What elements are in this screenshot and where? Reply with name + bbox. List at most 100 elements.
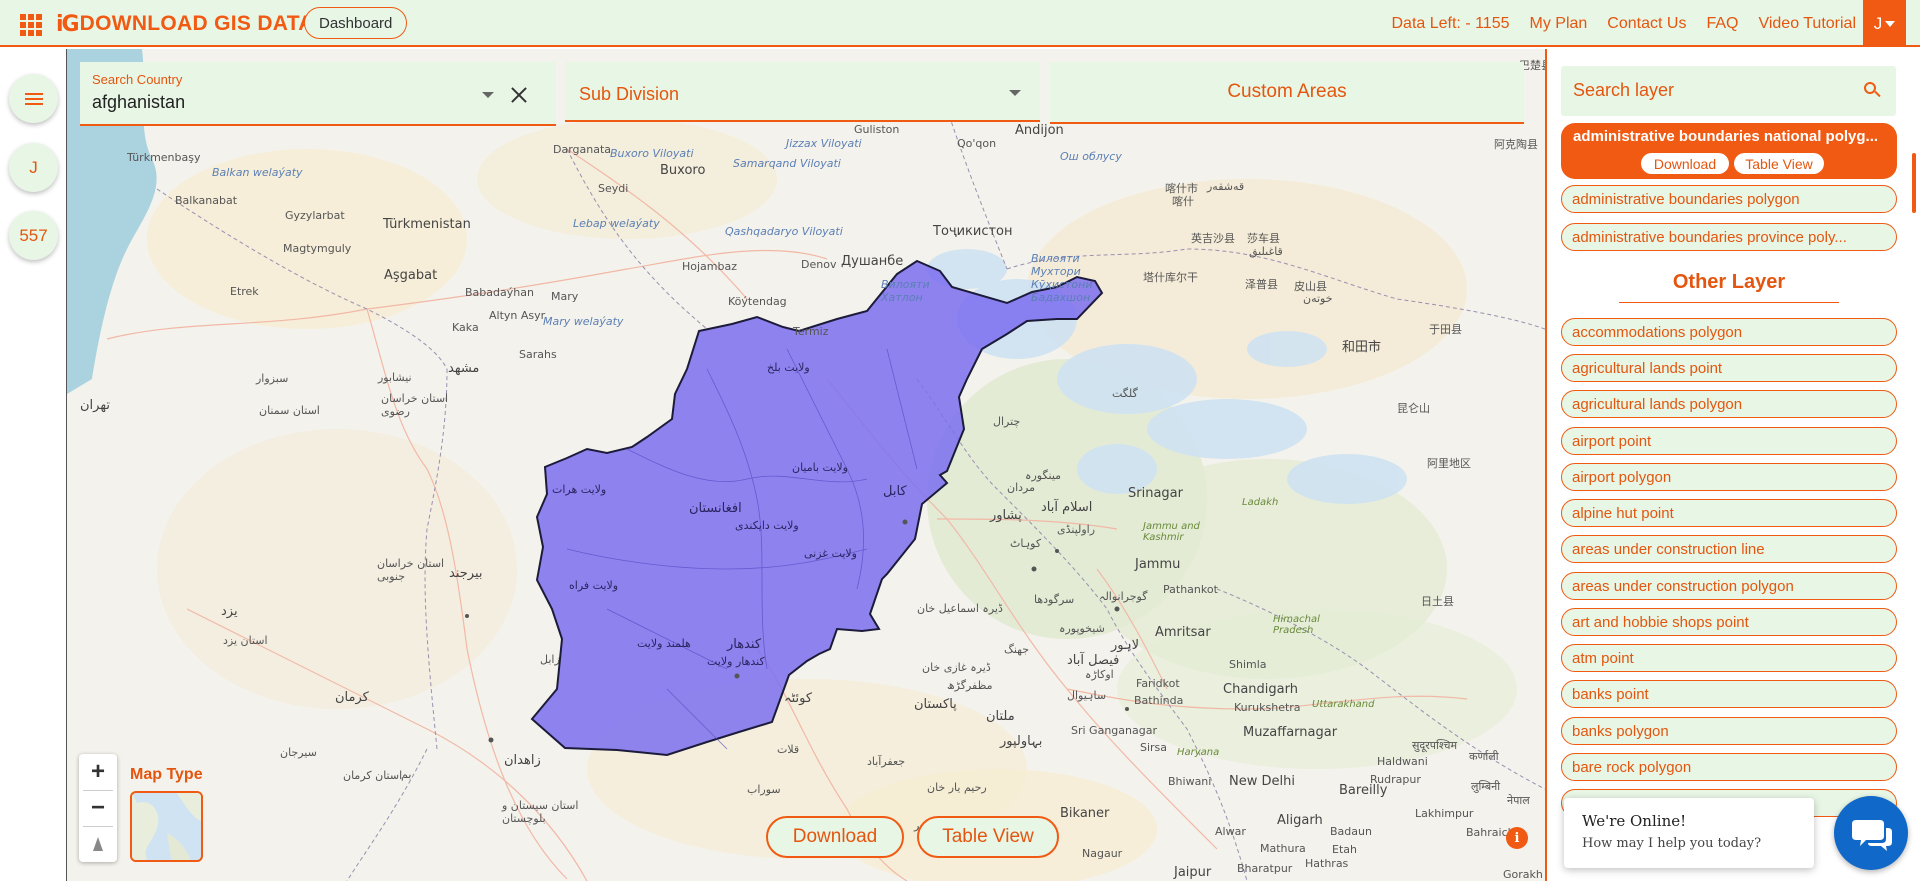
map-label: 阿里地区 [1427, 457, 1471, 470]
map-label: قلات [777, 743, 800, 756]
chat-launcher-button[interactable] [1834, 796, 1908, 870]
map-label: 昆仑山 [1397, 402, 1430, 415]
map-label: Ош облусу [1060, 150, 1122, 163]
map-label: Вилояти Хатлон [881, 278, 930, 304]
custom-areas-button[interactable]: Custom Areas [1050, 62, 1524, 124]
map-label: नेपाल [1507, 794, 1530, 807]
layer-item[interactable]: atm point [1561, 644, 1897, 672]
my-plan-link[interactable]: My Plan [1530, 15, 1588, 33]
user-avatar-button[interactable]: J [9, 143, 58, 192]
layer-item[interactable]: airport point [1561, 427, 1897, 455]
search-country-field[interactable]: Search Country afghanistan [80, 62, 556, 126]
layer-item[interactable]: bare rock polygon [1561, 753, 1897, 781]
map-label: Andijon [1015, 123, 1064, 138]
map-label: تهران [80, 398, 110, 413]
map-label: لاہور [1111, 638, 1140, 653]
map-label: شیخوپورہ [1059, 622, 1105, 635]
logo[interactable]: iG DOWNLOAD GIS DATA [56, 8, 314, 40]
zoom-in-button[interactable]: + [79, 754, 117, 790]
map-label: Etrek [230, 285, 259, 298]
map-label: کابل [883, 484, 907, 499]
map-label: سبزوار [256, 372, 289, 385]
map-type-thumbnail[interactable] [130, 791, 203, 862]
layer-item[interactable]: accommodations polygon [1561, 318, 1897, 346]
zoom-out-button[interactable]: − [79, 790, 117, 826]
search-layer-input[interactable]: Search layer [1561, 66, 1896, 116]
layer-item[interactable]: alpine hut point [1561, 499, 1897, 527]
contact-us-link[interactable]: Contact Us [1607, 15, 1686, 33]
dashboard-button[interactable]: Dashboard [304, 7, 408, 39]
layer-item[interactable]: banks point [1561, 680, 1897, 708]
search-country-value[interactable]: afghanistan [92, 92, 185, 113]
map-label: 莎车县 [1247, 232, 1280, 245]
layer-item[interactable]: administrative boundaries polygon [1561, 185, 1897, 213]
layer-item[interactable]: areas under construction line [1561, 535, 1897, 563]
map-label: Samarqand Viloyati [733, 157, 841, 170]
close-icon[interactable] [510, 86, 528, 104]
map-label: Aşgabat [384, 268, 438, 283]
map-label: Pathankot [1163, 583, 1218, 596]
chevron-down-icon[interactable] [482, 92, 494, 98]
count-badge-button[interactable]: 557 [9, 211, 58, 260]
map-label: Sarahs [519, 348, 557, 361]
map-label: 泽普县 [1245, 278, 1278, 291]
layer-item[interactable]: areas under construction polygon [1561, 572, 1897, 600]
map-label: قەشقەر [1207, 180, 1245, 193]
layer-item[interactable]: administrative boundaries province poly.… [1561, 223, 1897, 251]
map-label: Lakhimpur [1415, 807, 1474, 820]
map-label: Вилояти Мухтори Кӯҳистони Бадахшон [1031, 252, 1093, 304]
reset-north-button[interactable] [79, 826, 117, 862]
scrollbar[interactable] [1912, 153, 1916, 213]
map-label: کوہاٹ [1010, 537, 1042, 550]
layer-download-button[interactable]: Download [1641, 153, 1729, 174]
map-label: ملتان [986, 709, 1015, 724]
user-menu-button[interactable]: J [1863, 0, 1906, 47]
table-view-button[interactable]: Table View [917, 816, 1059, 858]
map-label: خوتەن [1303, 292, 1333, 305]
layer-item[interactable]: airport polygon [1561, 463, 1897, 491]
map-label: Kaka [452, 321, 479, 334]
download-button[interactable]: Download [766, 816, 904, 858]
top-nav: Data Left: - 1155 My Plan Contact Us FAQ… [1392, 0, 1857, 47]
map-label: ولایت بامیان [792, 461, 848, 474]
subdivision-select[interactable]: Sub Division [565, 62, 1040, 122]
map-label: Kurukshetra [1234, 701, 1301, 714]
map-label: مظفرگڑھ [947, 679, 993, 692]
layer-item[interactable]: banks polygon [1561, 717, 1897, 745]
map-label: Bathinda [1134, 694, 1184, 707]
search-icon[interactable] [1864, 82, 1881, 98]
map-label: Guliston [854, 123, 900, 136]
map-label: استان خراسان جنوبی [377, 557, 445, 583]
map-label: Köýtendag [728, 295, 787, 308]
map-label: ولایت هرات [552, 483, 607, 496]
map-label: پشاور [990, 508, 1022, 523]
map-label: Bikaner [1060, 806, 1110, 821]
layer-item[interactable]: agricultural lands polygon [1561, 390, 1897, 418]
count-badge: 557 [19, 225, 48, 245]
video-tutorial-link[interactable]: Video Tutorial [1758, 15, 1856, 33]
logo-mark: iG [56, 11, 80, 37]
map-label: 阿克陶县 [1494, 138, 1538, 151]
map-label: Balkan welaýaty [212, 166, 303, 179]
active-layer-item[interactable]: administrative boundaries national polyg… [1561, 123, 1897, 179]
map-label: New Delhi [1229, 774, 1295, 789]
map-label: اوکاڑہ [1085, 668, 1114, 681]
apps-grid-icon[interactable] [20, 14, 42, 36]
layer-item[interactable]: agricultural lands point [1561, 354, 1897, 382]
map-label: اسلام آباد [1041, 500, 1093, 515]
map-label: نیشابور [378, 371, 412, 384]
map-label: سیرجان [280, 746, 317, 759]
faq-link[interactable]: FAQ [1706, 15, 1738, 33]
layer-item[interactable]: art and hobbie shops point [1561, 608, 1897, 636]
map-label: 日土县 [1421, 595, 1454, 608]
map-view[interactable]: Türkmenbaşy Balkan welaýaty Türkmenistan… [67, 49, 1545, 881]
map-label: Bharatpur [1237, 862, 1293, 875]
chevron-down-icon[interactable] [1009, 90, 1021, 96]
map-label: ساہیوال [1067, 689, 1107, 702]
info-icon[interactable]: i [1506, 827, 1528, 849]
map-label: ولایت بلخ [767, 361, 810, 374]
layer-table-view-button[interactable]: Table View [1734, 153, 1824, 174]
chat-bubble[interactable]: We're Online! How may I help you today? [1564, 798, 1814, 868]
menu-toggle-button[interactable] [9, 74, 58, 123]
map-label: Qashqadaryo Viloyati [725, 225, 843, 238]
